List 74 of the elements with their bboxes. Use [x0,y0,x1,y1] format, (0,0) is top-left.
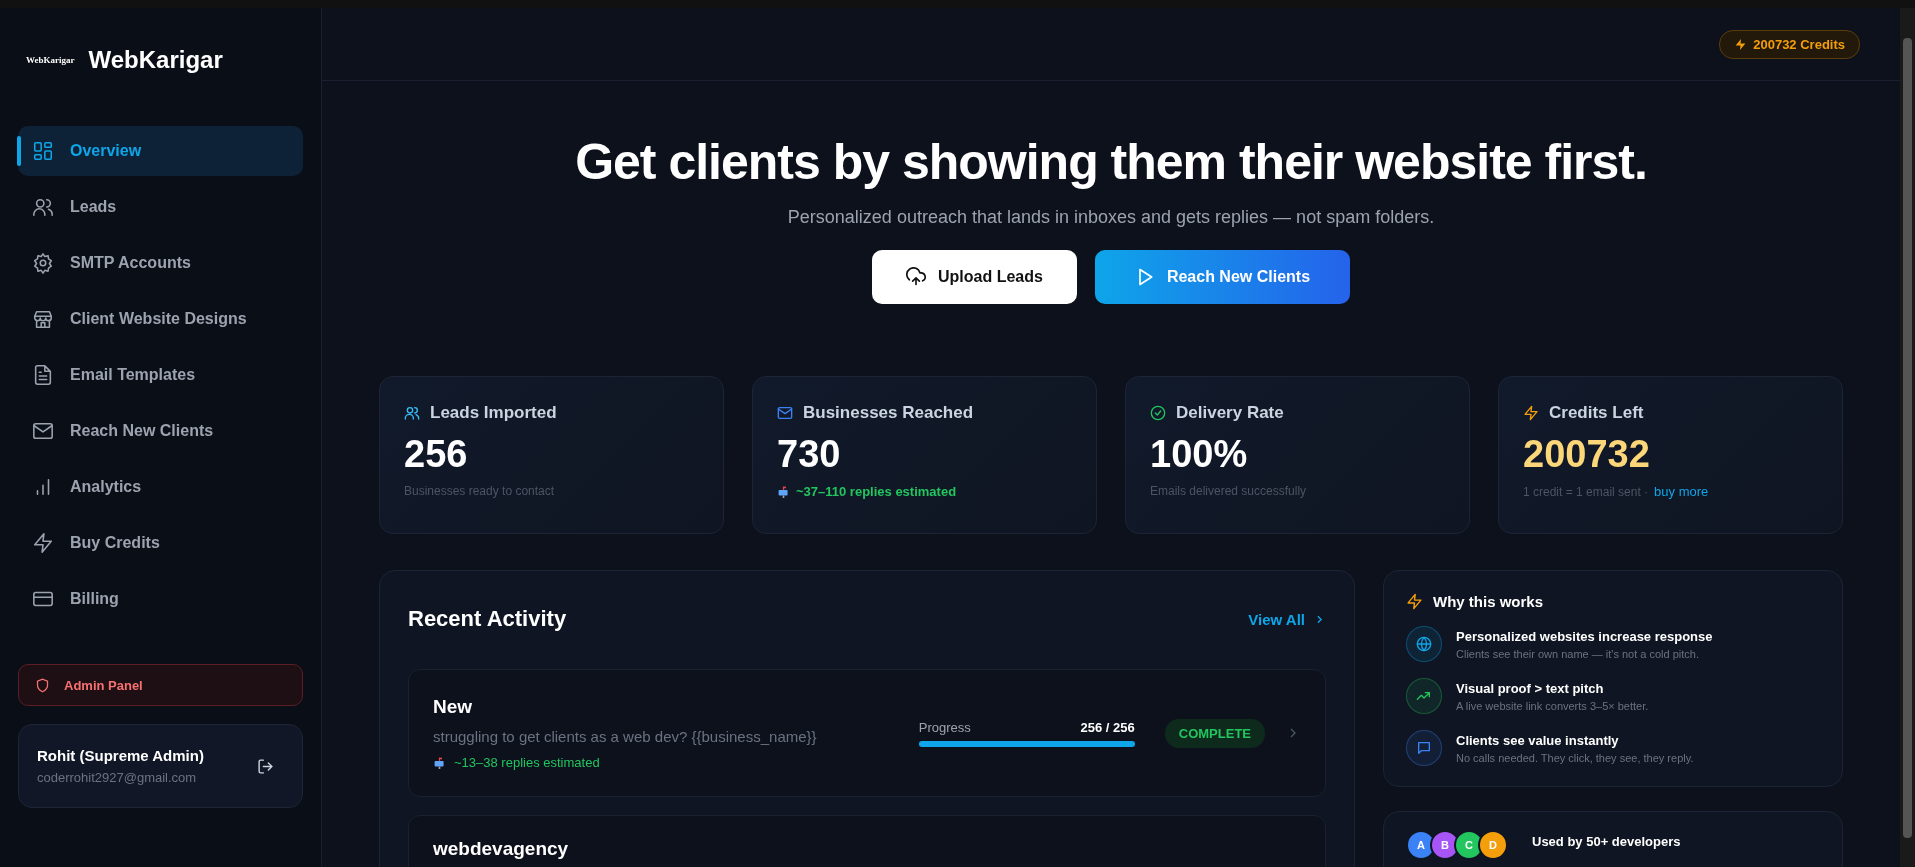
nav-item[interactable]: Leads [18,182,303,232]
hero-title: Get clients by showing them their website first. [575,133,1647,191]
activity-row[interactable]: webdevagency [408,815,1326,867]
stat-note: ~37–110 replies estimated [796,484,957,499]
cloud-upload-icon [905,267,926,287]
replies-estimate: ~13–38 replies estimated [454,755,600,770]
stat-value: 100% [1150,433,1249,476]
campaign-name: New [433,696,474,718]
trend-up-icon [1406,678,1442,714]
nav-item[interactable]: SMTP Accounts [18,238,303,288]
nav-item[interactable]: Analytics [18,462,303,512]
section-title: Recent Activity [408,606,567,632]
admin-panel-button[interactable]: Admin Panel [18,664,303,706]
stat-label: Businesses Reached [803,403,974,423]
scrollbar[interactable] [1900,8,1915,867]
stat-note: Emails delivered successfully [1150,484,1307,498]
stat-value: 256 [404,433,469,476]
reason-title: Visual proof > text pitch [1456,680,1605,696]
nav-item[interactable]: Buy Credits [18,518,303,568]
file-icon [32,364,54,386]
progress-count: 256 / 256 [1080,719,1135,735]
social-proof-text: Used by 50+ developers [1532,834,1681,849]
stat-label: Leads Imported [430,403,557,423]
status-badge: COMPLETE [1164,718,1265,748]
check-circle-icon [1150,405,1166,421]
upload-leads-button[interactable]: Upload Leads [871,250,1077,304]
nav-item[interactable]: Email Templates [18,350,303,400]
nav-item[interactable]: Billing [18,574,303,624]
stat-value: 730 [777,433,842,476]
bolt-icon [1406,593,1423,610]
nav-item[interactable]: Client Website Designs [18,294,303,344]
store-icon [32,308,54,330]
user-email: coderrohit2927@gmail.com [37,770,198,785]
mail-icon [32,420,54,442]
reason-description: A live website link converts 3–5× better. [1456,699,1649,712]
campaign-name: webdevagency [433,838,570,860]
buy-more-link[interactable]: buy more [1654,484,1709,499]
reason-description: No calls needed. They click, they see, they reply. [1456,751,1694,764]
bolt-icon [1523,405,1539,421]
hero-subtitle: Personalized outreach that lands in inboxes and gets replies — not spam folders. [787,207,1435,228]
nav-item[interactable]: Overview [18,126,303,176]
stat-label: Delivery Rate [1176,403,1284,423]
logout-icon[interactable] [257,757,274,775]
credits-badge[interactable]: 200732 Credits [1719,29,1860,59]
brand-name: WebKarigar [88,46,223,74]
grid-icon [32,140,54,162]
reason-description: Clients see their own name — it's not a cold pitch. [1456,647,1700,660]
mailbox-icon [433,756,446,769]
shield-icon [35,677,50,693]
chat-bubble-icon [1406,730,1442,766]
mail-icon [777,405,793,421]
stat-label: Credits Left [1549,403,1644,423]
gear-icon [32,252,54,274]
stat-note: 1 credit = 1 email sent · [1523,484,1649,499]
stat-value: 200732 [1523,433,1651,476]
reason-title: Clients see value instantly [1456,732,1620,748]
mailbox-icon [777,485,790,498]
user-name: Rohit (Supreme Admin) [37,747,204,764]
users-icon [32,196,54,218]
campaign-subject: struggling to get clients as a web dev? {{business_name}} [433,728,818,745]
activity-row[interactable]: New struggling to get clients as a web dev? {{business_name}} ~13–38 replies estimated Progress 256 / 256 COMPLETE [408,669,1326,797]
nav-item[interactable]: Reach New Clients [18,406,303,456]
section-title: Why this works [1433,593,1544,610]
avatar: D [1478,830,1508,860]
view-all-link[interactable]: View All [1248,610,1326,628]
reach-clients-button[interactable]: Reach New Clients [1094,250,1351,304]
logo-mark: WebKarigar [26,55,75,65]
bolt-icon [1734,37,1748,51]
stat-note: Businesses ready to contact [404,484,555,498]
bolt-icon [32,532,54,554]
users-icon [404,405,420,421]
progress-label: Progress [918,719,971,735]
globe-icon [1406,626,1442,662]
reason-title: Personalized websites increase response [1456,628,1713,644]
